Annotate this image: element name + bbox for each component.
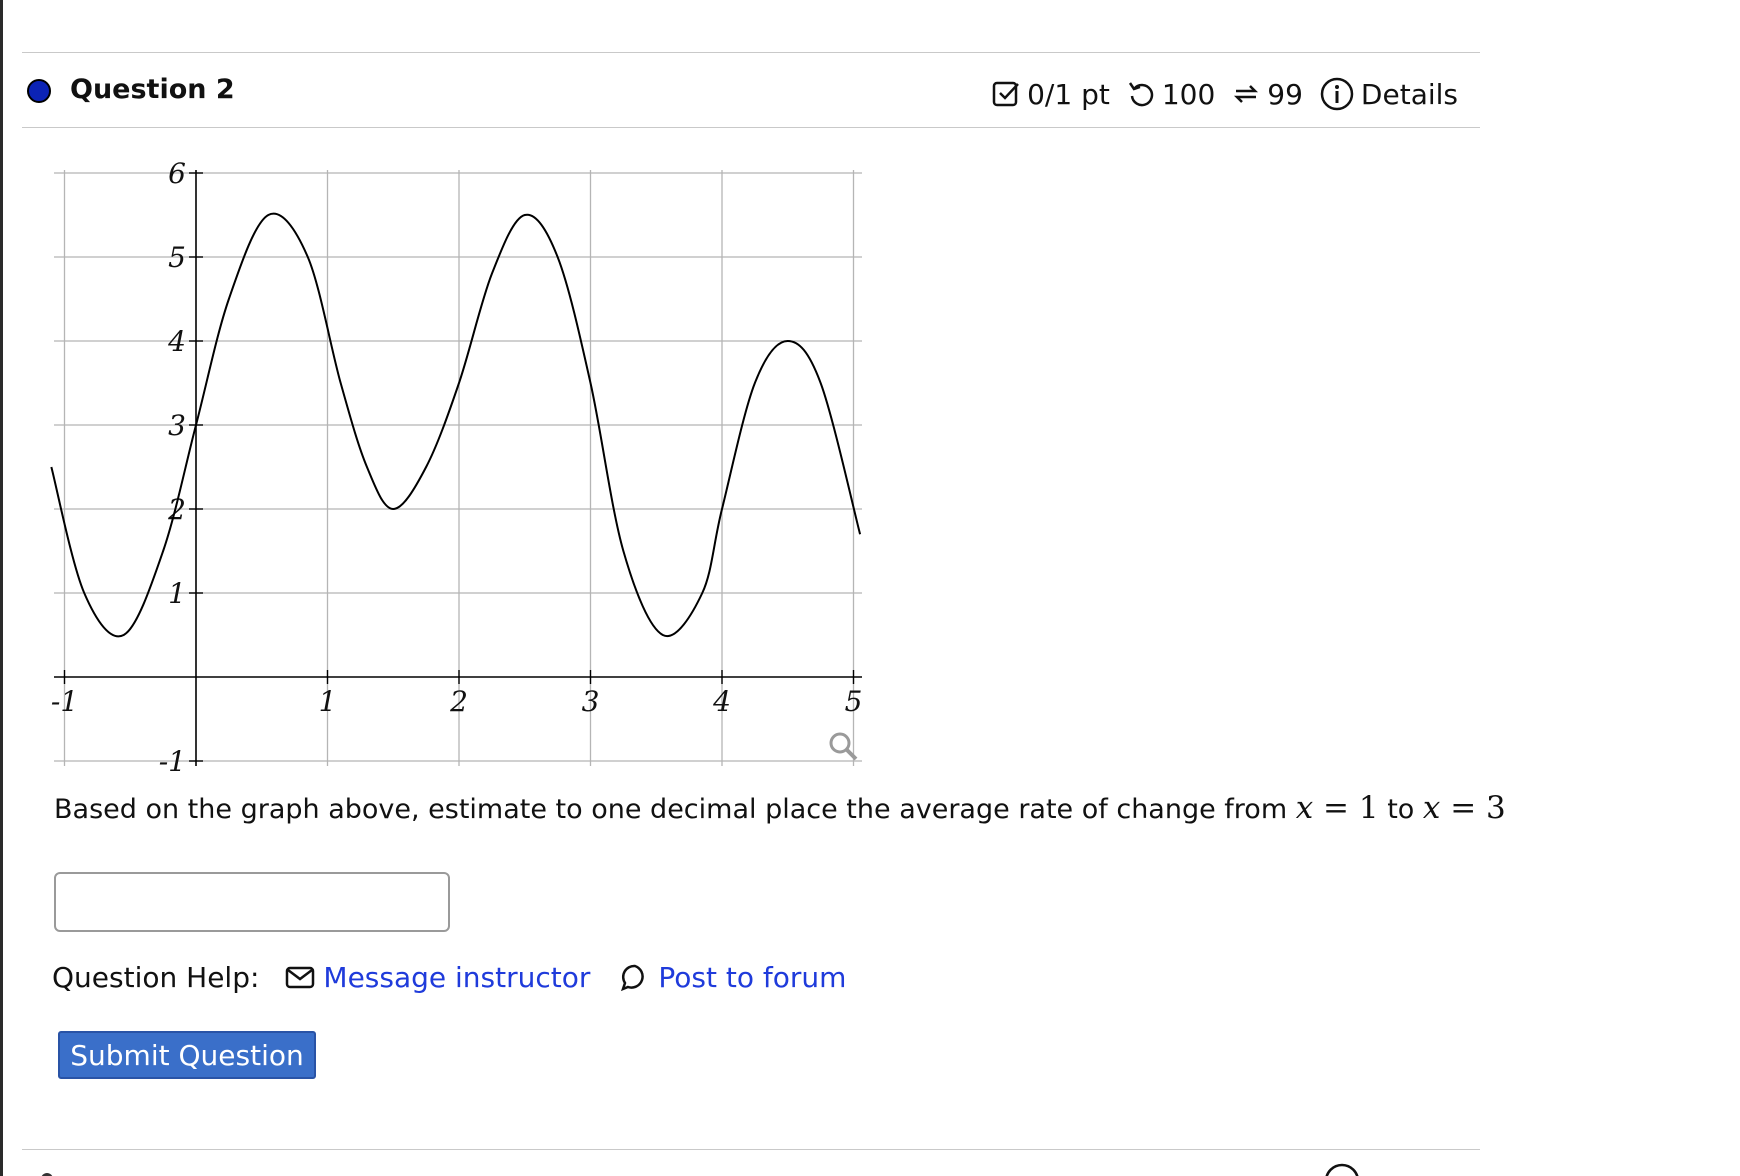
header-divider bbox=[22, 127, 1480, 128]
math-var: x bbox=[1295, 790, 1314, 826]
checkbox-icon bbox=[992, 81, 1020, 107]
next-question-peek bbox=[22, 1162, 1480, 1176]
details-button[interactable]: Details bbox=[1319, 76, 1458, 112]
submit-question-button[interactable]: Submit Question bbox=[58, 1031, 316, 1079]
y-tick-label: -1 bbox=[159, 745, 186, 778]
message-instructor-label: Message instructor bbox=[323, 961, 591, 994]
y-tick-label: 4 bbox=[167, 325, 186, 358]
question-help: Question Help: Message instructor Post t… bbox=[52, 961, 876, 994]
details-label: Details bbox=[1360, 77, 1458, 111]
question-header: Question 2 0/1 pt 100 99 Details bbox=[22, 62, 1480, 122]
y-tick-label: 2 bbox=[167, 493, 186, 526]
y-tick-label: 3 bbox=[168, 409, 186, 442]
x-tick-label: 1 bbox=[319, 685, 337, 718]
question-meta: 0/1 pt 100 99 Details bbox=[975, 76, 1458, 112]
undo-icon bbox=[1128, 82, 1154, 107]
message-instructor-link[interactable]: Message instructor bbox=[285, 961, 590, 994]
top-divider bbox=[22, 52, 1480, 53]
speech-bubble-icon bbox=[621, 964, 645, 991]
attempts-indicator: 100 bbox=[1126, 78, 1215, 111]
graph-canvas: -1 1 2 3 4 5 6 5 4 3 2 1 -1 bbox=[50, 157, 863, 778]
math-var: x bbox=[1422, 790, 1441, 826]
x-tick-label: -1 bbox=[51, 685, 78, 718]
score-indicator: 0/1 pt bbox=[991, 78, 1110, 111]
x-tick-label: 4 bbox=[712, 685, 731, 718]
y-tick-label: 1 bbox=[168, 577, 186, 610]
prompt-text-mid: to bbox=[1378, 794, 1423, 825]
y-tick-label: 5 bbox=[168, 241, 186, 274]
bottom-divider bbox=[22, 1149, 1480, 1150]
retries-indicator: 99 bbox=[1231, 78, 1303, 111]
math-eq: = 3 bbox=[1440, 790, 1506, 826]
envelope-icon bbox=[286, 966, 315, 988]
window-edge bbox=[0, 0, 3, 1176]
help-label: Question Help: bbox=[52, 961, 260, 994]
math-eq: = 1 bbox=[1313, 790, 1379, 826]
answer-input[interactable] bbox=[54, 872, 450, 932]
prompt-text: Based on the graph above, estimate to on… bbox=[54, 794, 1296, 825]
attempts-text: 100 bbox=[1161, 77, 1216, 111]
retries-text: 99 bbox=[1267, 77, 1303, 111]
status-dot-icon bbox=[27, 79, 51, 103]
x-tick-label: 2 bbox=[449, 685, 468, 718]
magnify-icon[interactable] bbox=[829, 732, 858, 761]
math-expr-1: x = 1 bbox=[1296, 790, 1379, 826]
function-graph: -1 1 2 3 4 5 6 5 4 3 2 1 -1 bbox=[40, 150, 920, 790]
x-tick-label: 3 bbox=[582, 685, 600, 718]
post-to-forum-link[interactable]: Post to forum bbox=[620, 961, 846, 994]
score-text: 0/1 pt bbox=[1027, 77, 1110, 111]
retry-icon bbox=[1234, 85, 1259, 103]
x-tick-label: 5 bbox=[845, 685, 863, 718]
question-title: Question 2 bbox=[70, 74, 235, 105]
y-tick-label: 6 bbox=[168, 157, 186, 190]
info-icon bbox=[1320, 77, 1354, 111]
post-to-forum-label: Post to forum bbox=[658, 961, 847, 994]
math-expr-2: x = 3 bbox=[1423, 790, 1506, 826]
question-prompt: Based on the graph above, estimate to on… bbox=[54, 790, 1506, 826]
